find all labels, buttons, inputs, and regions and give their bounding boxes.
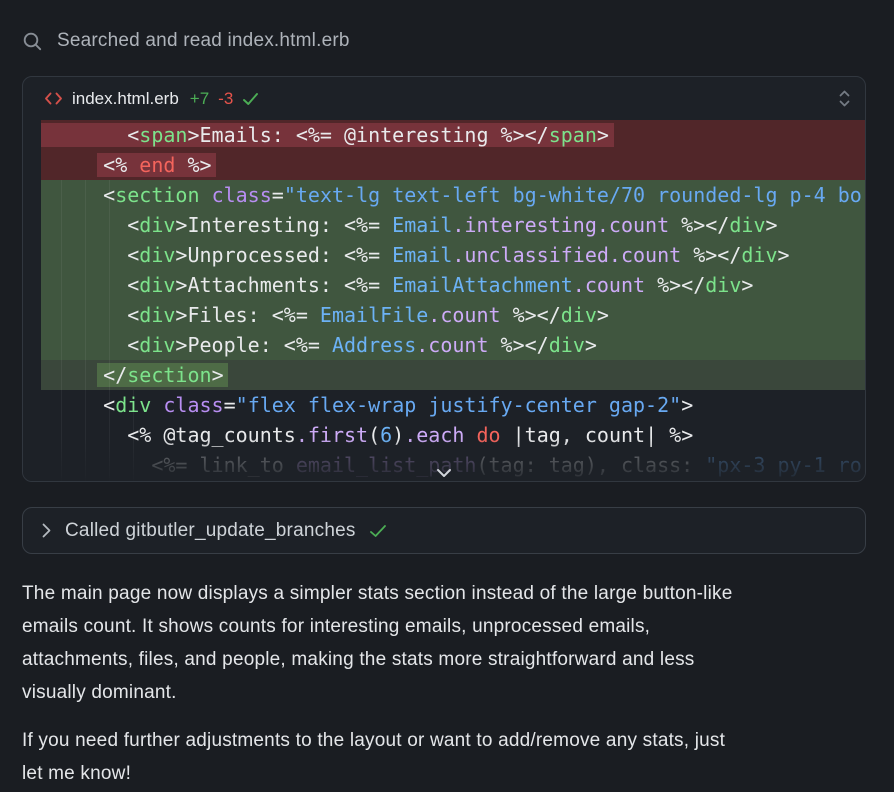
diff-filename: index.html.erb [72, 89, 179, 109]
tool-success-check-icon [369, 524, 387, 538]
additions-badge: +7 [190, 89, 209, 109]
diff-card-header[interactable]: index.html.erb +7 -3 [23, 77, 865, 120]
code-lines: <span>Emails: <%= @interesting %></span>… [23, 120, 865, 480]
chat-message: Searched and read index.html.erb index.h… [0, 0, 894, 790]
code-brackets-icon [44, 91, 63, 106]
code-line: <section class="text-lg text-left bg-whi… [41, 180, 865, 210]
code-line: <div>Unprocessed: <%= Email.unclassified… [41, 240, 865, 270]
deletions-badge: -3 [218, 89, 233, 109]
assistant-paragraph: If you need further adjustments to the l… [22, 724, 872, 790]
code-line: <div>Interesting: <%= Email.interesting.… [41, 210, 865, 240]
code-line: <div class="flex flex-wrap justify-cente… [41, 390, 865, 420]
expand-code-button[interactable] [434, 466, 455, 480]
code-line: <% @tag_counts.first(6).each do |tag, co… [41, 420, 865, 450]
search-icon [22, 31, 43, 52]
assistant-answer: The main page now displays a simpler sta… [22, 577, 872, 790]
code-line: <div>Attachments: <%= EmailAttachment.co… [41, 270, 865, 300]
chevron-down-icon [436, 468, 453, 478]
tool-call-card[interactable]: Called gitbutler_update_branches [22, 507, 866, 554]
assistant-paragraph: The main page now displays a simpler sta… [22, 577, 872, 709]
code-line: <span>Emails: <%= @interesting %></span> [41, 120, 865, 150]
tool-call-label: Called gitbutler_update_branches [65, 520, 356, 542]
chevron-right-icon [41, 522, 52, 539]
diff-success-check-icon [242, 92, 259, 106]
code-line: <% end %> [41, 150, 865, 180]
search-tool-summary[interactable]: Searched and read index.html.erb [22, 30, 872, 52]
code-line: <div>Files: <%= EmailFile.count %></div> [41, 300, 865, 330]
search-summary-label: Searched and read index.html.erb [57, 30, 350, 52]
code-line: <div>People: <%= Address.count %></div> [41, 330, 865, 360]
code-block: <span>Emails: <%= @interesting %></span>… [23, 120, 865, 482]
code-line: </section> [41, 360, 865, 390]
diff-card: index.html.erb +7 -3 [22, 76, 866, 482]
unfold-vertical-icon[interactable] [838, 88, 851, 109]
